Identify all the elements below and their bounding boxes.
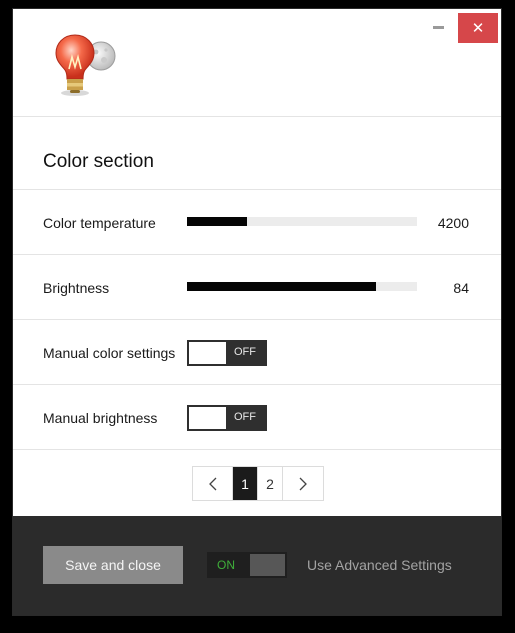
manual-color-toggle[interactable]: OFF: [187, 340, 267, 366]
advanced-settings-toggle[interactable]: ON: [207, 552, 287, 578]
section-title: Color section: [43, 151, 154, 172]
page-1-button[interactable]: 1: [233, 467, 258, 500]
pagination-row: 1 2: [13, 450, 501, 515]
prev-page-button[interactable]: [193, 467, 233, 500]
manual-color-label: Manual color settings: [43, 345, 176, 361]
toggle-state: OFF: [234, 411, 256, 423]
toggle-state: ON: [217, 558, 235, 572]
manual-brightness-toggle[interactable]: OFF: [187, 405, 267, 431]
minimize-icon: [432, 25, 444, 29]
next-page-button[interactable]: [283, 467, 323, 500]
color-temperature-slider[interactable]: [187, 217, 417, 226]
manual-brightness-row: Manual brightness OFF: [13, 385, 501, 450]
color-temperature-label: Color temperature: [43, 215, 156, 231]
chevron-right-icon: [299, 477, 307, 490]
close-icon: ✕: [471, 20, 485, 37]
manual-brightness-label: Manual brightness: [43, 410, 158, 426]
lightbulb-moon-icon: [55, 34, 116, 96]
toggle-knob: [250, 554, 285, 576]
section-header: Color section: [13, 117, 501, 190]
chevron-left-icon: [208, 477, 216, 490]
brightness-slider-fill: [187, 282, 376, 291]
advanced-settings-label[interactable]: Use Advanced Settings: [307, 557, 452, 573]
brightness-label: Brightness: [43, 280, 110, 296]
page-2-button[interactable]: 2: [258, 467, 283, 500]
toggle-state: OFF: [234, 346, 256, 358]
brightness-slider[interactable]: [187, 282, 417, 291]
footer-bar: Save and close ON Use Advanced Settings: [13, 516, 501, 615]
pagination: 1 2: [192, 466, 324, 501]
window-header: ✕: [13, 9, 501, 117]
brightness-row: Brightness 84: [13, 255, 501, 320]
save-and-close-button[interactable]: Save and close: [43, 546, 183, 584]
close-button[interactable]: ✕: [458, 13, 498, 43]
color-temperature-row: Color temperature 4200: [13, 190, 501, 255]
toggle-knob: [189, 342, 226, 364]
minimize-button[interactable]: [425, 14, 451, 40]
manual-color-row: Manual color settings OFF: [13, 320, 501, 385]
color-temperature-slider-fill: [187, 217, 247, 226]
color-temperature-value: 4200: [437, 215, 469, 231]
app-window: ✕ Color section Color temperature 4200 B…: [12, 8, 502, 616]
brightness-value: 84: [453, 280, 469, 296]
toggle-knob: [189, 407, 226, 429]
